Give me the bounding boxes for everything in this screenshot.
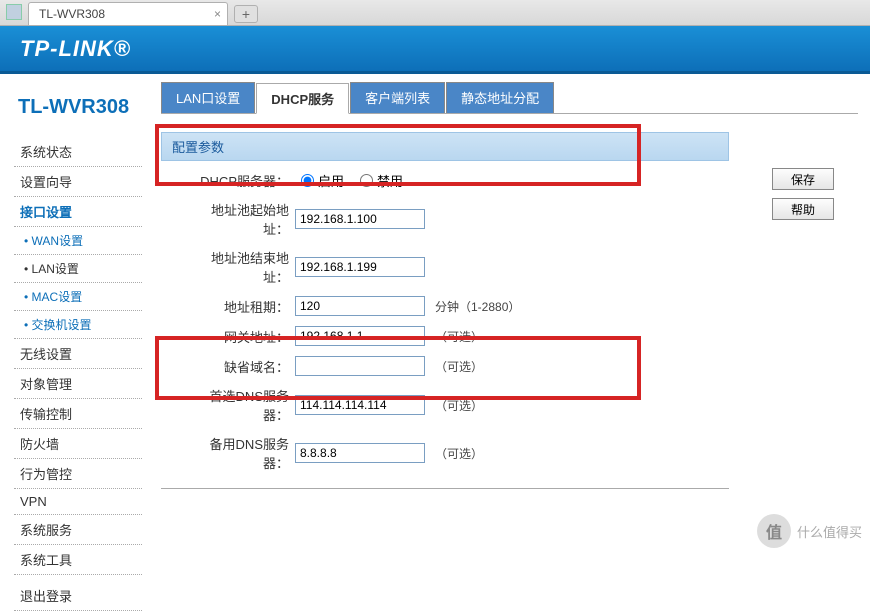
- label-dns2: 备用DNS服务器：: [189, 434, 295, 472]
- row-lease: 地址租期： 分钟（1-2880）: [161, 296, 858, 316]
- radio-enable-input[interactable]: [301, 174, 314, 187]
- row-dns1: 首选DNS服务器： （可选）: [161, 386, 858, 424]
- model-name: TL-WVR308: [14, 96, 155, 119]
- sidebar-item[interactable]: 退出登录: [14, 581, 142, 611]
- sidebar-item[interactable]: 系统服务: [14, 515, 142, 545]
- form-area: 配置参数 DHCP服务器： 启用 禁用 地址池起始地址： 地址池结束地址： 地址…: [161, 132, 858, 489]
- window-icon: [6, 4, 22, 20]
- sidebar-item[interactable]: VPN: [14, 489, 142, 515]
- logo: TP-LINK®: [20, 36, 131, 62]
- tab[interactable]: DHCP服务: [256, 83, 349, 114]
- sidebar-item[interactable]: • 交换机设置: [14, 311, 142, 339]
- input-dns2[interactable]: [295, 443, 425, 463]
- radio-enable[interactable]: 启用: [301, 171, 344, 190]
- sidebar-item[interactable]: • WAN设置: [14, 227, 142, 255]
- section-header: 配置参数: [161, 132, 729, 161]
- browser-tab[interactable]: TL-WVR308 ×: [28, 2, 228, 25]
- sidebar-item[interactable]: 行为管控: [14, 459, 142, 489]
- input-pool-end[interactable]: [295, 257, 425, 277]
- action-buttons: 保存 帮助: [772, 168, 834, 220]
- label-pool-start: 地址池起始地址：: [189, 200, 295, 238]
- sidebar-item[interactable]: 防火墙: [14, 429, 142, 459]
- sidebar-item[interactable]: 系统状态: [14, 137, 142, 167]
- watermark-text: 什么值得买: [797, 522, 862, 541]
- radio-disable[interactable]: 禁用: [360, 171, 403, 190]
- watermark-badge: 值: [757, 514, 791, 548]
- label-dns1: 首选DNS服务器：: [189, 386, 295, 424]
- watermark: 值 什么值得买: [757, 514, 862, 548]
- sidebar-item[interactable]: 设置向导: [14, 167, 142, 197]
- row-gateway: 网关地址： （可选）: [161, 326, 858, 346]
- hint-gateway: （可选）: [435, 328, 483, 345]
- sidebar-item[interactable]: • LAN设置: [14, 255, 142, 283]
- sidebar-item[interactable]: 传输控制: [14, 399, 142, 429]
- hint-lease: 分钟（1-2880）: [435, 298, 520, 315]
- sidebar-item[interactable]: 接口设置: [14, 197, 142, 227]
- browser-chrome: TL-WVR308 × +: [0, 0, 870, 26]
- sidebar-item[interactable]: 对象管理: [14, 369, 142, 399]
- tab[interactable]: 客户端列表: [350, 82, 445, 113]
- label-gateway: 网关地址：: [189, 327, 295, 346]
- save-button[interactable]: 保存: [772, 168, 834, 190]
- sidebar: TL-WVR308 系统状态设置向导接口设置• WAN设置• LAN设置• MA…: [0, 74, 155, 551]
- content: LAN口设置DHCP服务客户端列表静态地址分配 配置参数 DHCP服务器： 启用…: [155, 74, 870, 551]
- label-pool-end: 地址池结束地址：: [189, 248, 295, 286]
- label-domain: 缺省域名：: [189, 357, 295, 376]
- row-pool-end: 地址池结束地址：: [161, 248, 858, 286]
- hint-domain: （可选）: [435, 358, 483, 375]
- radio-disable-input[interactable]: [360, 174, 373, 187]
- tab-close-icon[interactable]: ×: [214, 7, 221, 21]
- row-dns2: 备用DNS服务器： （可选）: [161, 434, 858, 472]
- input-dns1[interactable]: [295, 395, 425, 415]
- label-lease: 地址租期：: [189, 297, 295, 316]
- tab-bar: LAN口设置DHCP服务客户端列表静态地址分配: [161, 82, 858, 114]
- input-lease[interactable]: [295, 296, 425, 316]
- input-domain[interactable]: [295, 356, 425, 376]
- tab[interactable]: LAN口设置: [161, 82, 255, 113]
- sidebar-item[interactable]: 无线设置: [14, 339, 142, 369]
- sidebar-item[interactable]: 系统工具: [14, 545, 142, 575]
- row-domain: 缺省域名： （可选）: [161, 356, 858, 376]
- help-button[interactable]: 帮助: [772, 198, 834, 220]
- banner: TP-LINK®: [0, 26, 870, 74]
- new-tab-button[interactable]: +: [234, 5, 258, 23]
- input-pool-start[interactable]: [295, 209, 425, 229]
- hint-dns2: （可选）: [435, 445, 483, 462]
- nav-list: 系统状态设置向导接口设置• WAN设置• LAN设置• MAC设置• 交换机设置…: [14, 137, 142, 611]
- tab-title: TL-WVR308: [39, 7, 105, 21]
- input-gateway[interactable]: [295, 326, 425, 346]
- row-pool-start: 地址池起始地址：: [161, 200, 858, 238]
- tab[interactable]: 静态地址分配: [446, 82, 554, 113]
- plus-icon: +: [242, 6, 250, 22]
- row-dhcp: DHCP服务器： 启用 禁用: [161, 171, 858, 190]
- hint-dns1: （可选）: [435, 397, 483, 414]
- label-dhcp: DHCP服务器：: [189, 171, 295, 190]
- sidebar-item[interactable]: • MAC设置: [14, 283, 142, 311]
- divider: [161, 488, 729, 489]
